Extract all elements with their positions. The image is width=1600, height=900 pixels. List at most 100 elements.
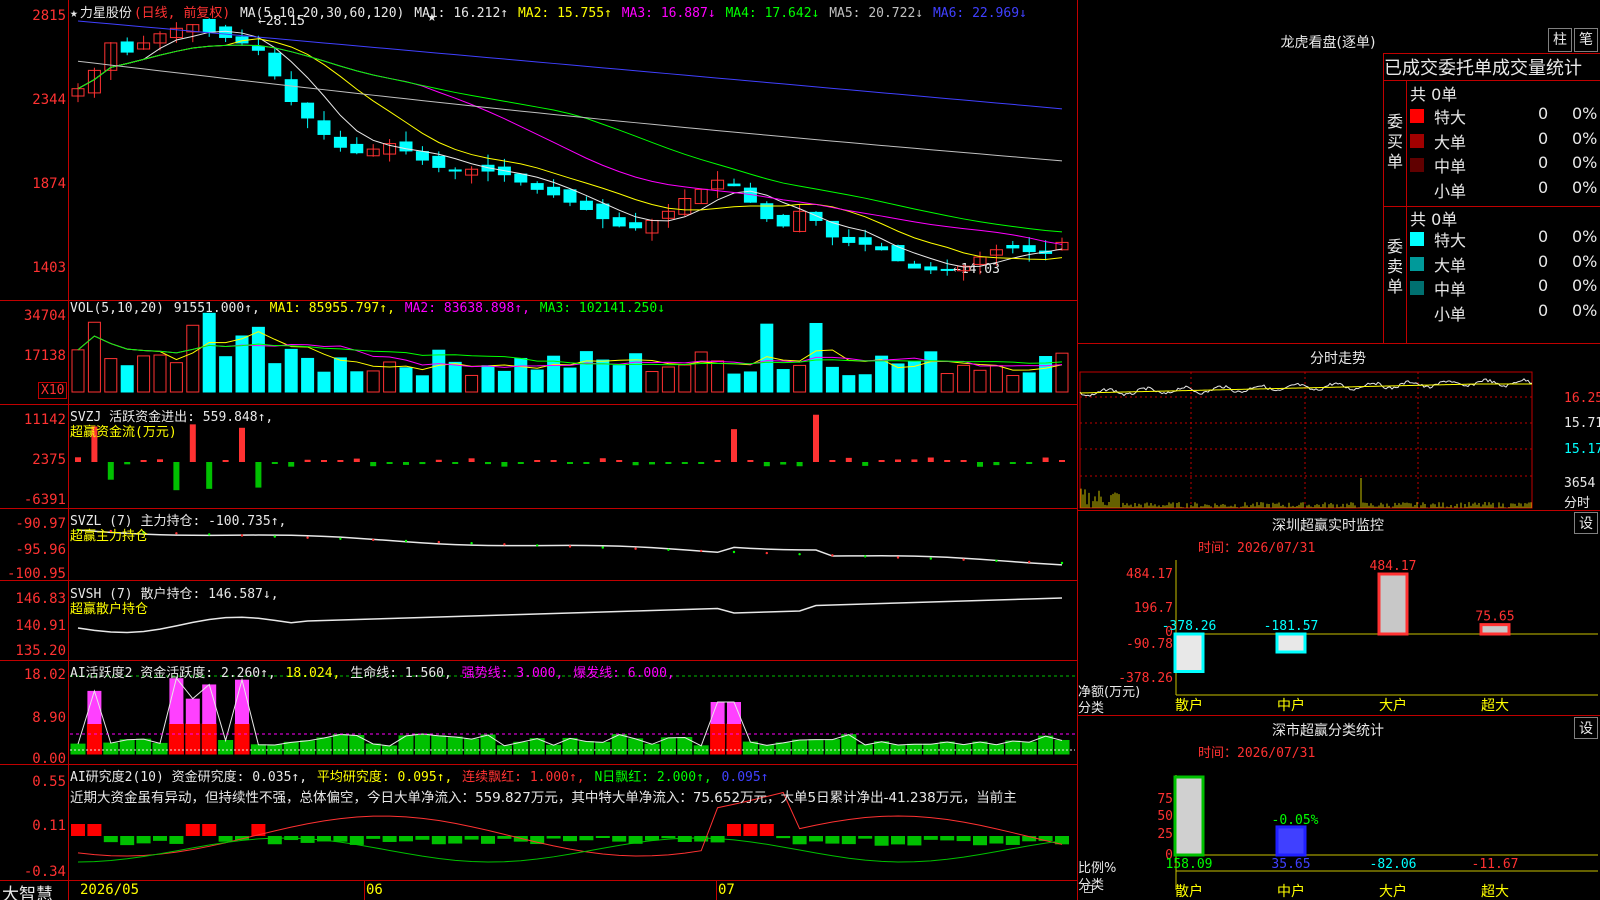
classify-bar <box>1173 775 1205 857</box>
volume-bar <box>891 363 905 393</box>
volume-bar <box>317 371 331 393</box>
svzl-ytick: -100.95 <box>6 566 66 582</box>
holding-dot <box>404 539 408 543</box>
activity-bar <box>365 743 381 755</box>
fund-flow-bar <box>386 462 393 464</box>
research-bar <box>907 836 922 846</box>
holding-dot <box>896 556 900 559</box>
classify-bar-label: -82.06 <box>1370 857 1417 872</box>
research-bar <box>251 824 266 836</box>
volume-bar <box>284 348 298 393</box>
monitor-bar-label: 75.65 <box>1475 610 1514 625</box>
brand-label: 大智慧 <box>2 885 53 900</box>
volume-bar <box>235 335 249 393</box>
fund-flow-bar <box>862 462 869 466</box>
fund-flow-bar <box>468 458 475 462</box>
classify-bar <box>1275 825 1307 857</box>
activity-bar <box>792 739 808 755</box>
header-item: N日飘红: 2.000↑, <box>594 770 720 785</box>
holding-dot <box>831 554 834 557</box>
monitor-category: 大户 <box>1379 697 1407 714</box>
activity-bar <box>513 741 529 755</box>
research-bar <box>579 836 594 841</box>
monitor-ytick: 484.17 <box>1126 567 1173 582</box>
fund-flow-bar <box>1009 462 1016 464</box>
activity-bar <box>136 738 152 755</box>
fund-flow-bar <box>206 462 213 489</box>
classify-category: 大户 <box>1379 883 1407 900</box>
volume-bar <box>71 349 85 393</box>
holding-dot <box>601 546 604 549</box>
monitor-ytick: -378.26 <box>1118 671 1173 686</box>
fund-flow-bar <box>157 459 163 462</box>
monitor-ytick: 196.7 <box>1134 601 1173 616</box>
volume-bar <box>924 351 938 393</box>
intraday-frame <box>1079 371 1533 509</box>
svsh-ytick: 140.91 <box>15 618 66 634</box>
fund-flow-bar <box>222 460 229 462</box>
activity-bar <box>808 739 824 755</box>
volume-bar <box>268 363 282 393</box>
research-bar <box>956 836 971 842</box>
research-bar <box>464 836 479 840</box>
activity-bar <box>874 741 890 755</box>
holding-dot <box>503 543 506 546</box>
right-charts[interactable]: 484.17196.70-90.78-378.26-378.26散户-181.5… <box>1078 0 1600 900</box>
activity-bar <box>218 739 234 755</box>
classify-ytick: 75 <box>1157 792 1173 807</box>
volume-bar <box>1055 352 1069 393</box>
research-bar <box>267 836 282 845</box>
fund-flow-bar <box>977 462 983 467</box>
volume-bar <box>989 365 1003 393</box>
activity-bar <box>332 733 348 755</box>
activity-bar <box>628 738 644 755</box>
volume-bar <box>727 373 741 393</box>
research-bar <box>169 836 184 844</box>
svzl-ytick: -90.97 <box>15 516 66 532</box>
volume-bar <box>1022 372 1036 393</box>
volume-bar <box>858 374 872 393</box>
monitor-bar <box>1173 632 1205 674</box>
holding-dot <box>732 550 736 554</box>
classify-category: 中户 <box>1277 883 1305 900</box>
classify-bar-label: 158.09 <box>1166 857 1213 872</box>
fund-flow-bar <box>960 460 967 462</box>
svzl-ytick: -95.96 <box>15 542 66 558</box>
activity-bar <box>857 744 873 755</box>
research-bar <box>891 836 905 845</box>
research-bar <box>792 836 807 845</box>
volume-bar <box>120 365 134 393</box>
fund-flow-bar <box>550 460 557 462</box>
research-bar <box>923 836 938 840</box>
classify-ytick: 50 <box>1157 809 1173 824</box>
monitor-bar <box>1275 632 1307 654</box>
svsh-ytick: 135.20 <box>15 643 66 659</box>
research-bar <box>431 836 446 845</box>
activity-bar <box>316 737 332 755</box>
research-bar <box>874 836 889 846</box>
svsh-ytick: 146.83 <box>15 591 66 607</box>
volume-bar <box>153 354 167 393</box>
activity-bar <box>300 740 316 755</box>
fund-flow-bar <box>944 460 951 462</box>
header-item: 连续飘红: 1.000↑, <box>462 770 593 785</box>
volume-chart[interactable] <box>0 0 1078 900</box>
activity-bar <box>956 744 972 755</box>
research-bar <box>153 836 167 841</box>
activity-bar <box>972 741 988 755</box>
volume-bar <box>957 364 971 393</box>
ai2-ytick: 8.90 <box>32 710 66 726</box>
ai2-ytick: 18.02 <box>23 667 66 683</box>
volume-bar <box>612 365 626 393</box>
fund-flow-bar <box>370 462 377 467</box>
activity-bar <box>611 734 627 755</box>
volume-bar <box>973 369 987 393</box>
header-item: 爆发线: 6.000, <box>573 666 675 681</box>
research-bar <box>595 836 610 839</box>
holding-dot <box>667 548 670 551</box>
monitor-bar <box>1377 572 1409 636</box>
volume-bar <box>563 367 577 393</box>
chart-area[interactable]: ★ 力星股份 (日线, 前复权) MA(5,10,20,30,60,120) MA1… <box>0 0 1093 900</box>
activity-bar <box>70 743 86 755</box>
research-bar <box>973 836 987 846</box>
